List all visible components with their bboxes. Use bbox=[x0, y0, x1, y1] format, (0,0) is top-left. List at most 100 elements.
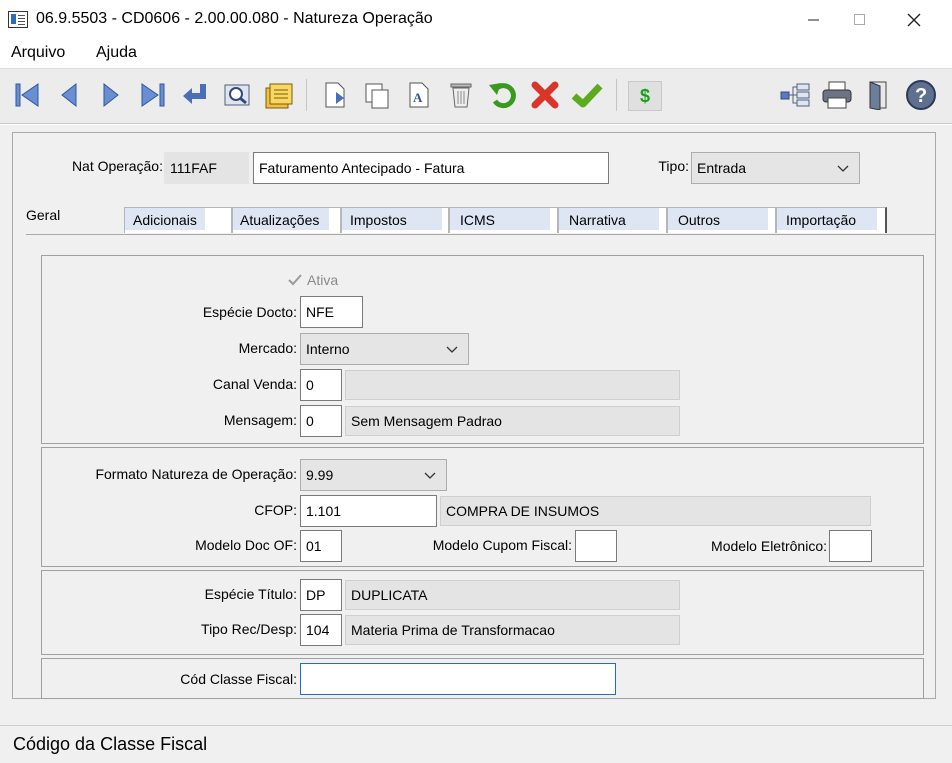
canal-venda-field[interactable]: 0 bbox=[300, 369, 342, 401]
mercado-label: Mercado: bbox=[238, 340, 297, 356]
new-record-icon bbox=[365, 83, 389, 109]
nat-operacao-desc-field[interactable]: Faturamento Antecipado - Fatura bbox=[253, 152, 609, 184]
goto-record-button[interactable] bbox=[178, 78, 212, 112]
currency-icon: $ bbox=[639, 85, 650, 106]
mensagem-desc: Sem Mensagem Padrao bbox=[345, 406, 680, 436]
exit-icon bbox=[869, 81, 887, 110]
undo-button[interactable] bbox=[486, 78, 520, 112]
copy-record-button[interactable] bbox=[318, 78, 352, 112]
tipo-value: Entrada bbox=[697, 160, 747, 176]
modelo-doc-label: Modelo Doc OF: bbox=[195, 537, 297, 553]
mensagem-field[interactable]: 0 bbox=[300, 405, 342, 437]
tipo-select[interactable]: Entrada bbox=[691, 152, 860, 184]
toolbar: A $ ? bbox=[0, 68, 952, 124]
edit-record-icon: A bbox=[409, 82, 429, 108]
chevron-down-icon bbox=[424, 472, 436, 479]
zoom-list-button[interactable] bbox=[262, 78, 296, 112]
undo-icon bbox=[489, 83, 516, 109]
search-button[interactable] bbox=[220, 78, 254, 112]
cancel-button[interactable] bbox=[528, 78, 562, 112]
exit-button[interactable] bbox=[862, 78, 896, 112]
formato-label: Formato Natureza de Operação: bbox=[95, 466, 297, 482]
modelo-cupom-field[interactable] bbox=[575, 530, 617, 562]
first-record-icon bbox=[15, 83, 39, 107]
mensagem-label: Mensagem: bbox=[223, 412, 297, 428]
tipo-label: Tipo: bbox=[658, 158, 689, 174]
search-icon bbox=[224, 84, 250, 106]
modelo-eletronico-field[interactable] bbox=[829, 530, 872, 562]
canal-venda-desc bbox=[345, 370, 680, 400]
close-button[interactable] bbox=[891, 0, 937, 40]
group-titulo: Espécie Título: DP DUPLICATA Tipo Rec/De… bbox=[41, 570, 924, 655]
tab-outros[interactable]: Outros bbox=[667, 207, 776, 233]
cfop-label: CFOP: bbox=[254, 502, 297, 518]
title-bar: 06.9.5503 - CD0606 - 2.00.00.080 - Natur… bbox=[0, 0, 952, 40]
next-record-button[interactable] bbox=[94, 78, 128, 112]
tab-icms-label: ICMS bbox=[460, 212, 495, 228]
tab-adicionais[interactable]: Adicionais bbox=[124, 207, 232, 233]
menu-bar: Arquivo Ajuda bbox=[0, 40, 952, 68]
tipo-rec-field[interactable]: 104 bbox=[300, 614, 342, 646]
tab-atualizacoes[interactable]: Atualizações bbox=[232, 207, 341, 233]
previous-record-icon bbox=[61, 82, 77, 108]
first-record-button[interactable] bbox=[10, 78, 44, 112]
save-icon bbox=[571, 83, 603, 108]
help-icon: ? bbox=[906, 80, 936, 110]
tab-narrativa[interactable]: Narrativa bbox=[558, 207, 667, 233]
especie-titulo-field[interactable]: DP bbox=[300, 579, 342, 611]
last-record-icon bbox=[141, 83, 165, 107]
goto-record-icon bbox=[183, 84, 206, 104]
cfop-field[interactable]: 1.101 bbox=[300, 495, 437, 527]
new-record-button[interactable] bbox=[360, 78, 394, 112]
currency-button[interactable]: $ bbox=[628, 81, 662, 111]
tab-icms[interactable]: ICMS bbox=[449, 207, 558, 233]
edit-record-button[interactable]: A bbox=[402, 78, 436, 112]
app-icon bbox=[8, 11, 28, 28]
tab-geral[interactable]: Geral bbox=[18, 199, 124, 237]
tab-outros-label: Outros bbox=[678, 212, 721, 228]
last-record-button[interactable] bbox=[136, 78, 170, 112]
especie-docto-field[interactable]: NFE bbox=[300, 296, 363, 328]
delete-record-icon bbox=[450, 83, 472, 108]
minimize-icon bbox=[808, 19, 819, 21]
chevron-down-icon bbox=[446, 346, 458, 353]
ativa-checkbox[interactable]: Ativa bbox=[286, 271, 338, 289]
mercado-select[interactable]: Interno bbox=[300, 333, 469, 365]
tab-adicionais-label: Adicionais bbox=[133, 212, 197, 228]
print-icon bbox=[822, 81, 852, 109]
delete-record-button[interactable] bbox=[444, 78, 478, 112]
minimize-button[interactable] bbox=[791, 0, 837, 40]
check-icon bbox=[288, 274, 302, 286]
window-title: 06.9.5503 - CD0606 - 2.00.00.080 - Natur… bbox=[36, 10, 433, 27]
menu-arquivo[interactable]: Arquivo bbox=[11, 44, 65, 62]
especie-titulo-label: Espécie Título: bbox=[204, 586, 297, 602]
tab-narrativa-label: Narrativa bbox=[569, 212, 626, 228]
maximize-button[interactable] bbox=[837, 0, 883, 40]
tab-atualizacoes-label: Atualizações bbox=[240, 212, 320, 228]
next-record-icon bbox=[103, 82, 119, 108]
group-classe-fiscal: Cód Classe Fiscal: bbox=[41, 658, 924, 699]
modelo-doc-field[interactable]: 01 bbox=[300, 530, 342, 562]
nat-operacao-code: 111FAF bbox=[164, 152, 249, 184]
previous-record-button[interactable] bbox=[52, 78, 86, 112]
client-area: Nat Operação: 111FAF Faturamento Antecip… bbox=[0, 125, 952, 725]
especie-docto-label: Espécie Docto: bbox=[202, 304, 297, 320]
tab-geral-label: Geral bbox=[26, 207, 61, 223]
help-button[interactable]: ? bbox=[904, 78, 938, 112]
cod-classe-field[interactable] bbox=[300, 663, 616, 695]
close-icon bbox=[907, 13, 921, 27]
tab-importacao[interactable]: Importação bbox=[776, 207, 887, 233]
status-bar: Código da Classe Fiscal bbox=[0, 725, 952, 763]
formato-select[interactable]: 9.99 bbox=[300, 459, 447, 491]
svg-text:A: A bbox=[413, 90, 423, 105]
menu-ajuda[interactable]: Ajuda bbox=[96, 44, 137, 62]
mercado-value: Interno bbox=[306, 341, 350, 357]
tree-button[interactable] bbox=[778, 78, 812, 112]
tipo-rec-label: Tipo Rec/Desp: bbox=[201, 621, 297, 637]
save-button[interactable] bbox=[570, 78, 604, 112]
zoom-list-icon bbox=[265, 83, 293, 109]
group-fiscal: Formato Natureza de Operação: 9.99 CFOP:… bbox=[41, 447, 924, 567]
copy-record-icon bbox=[325, 82, 345, 108]
print-button[interactable] bbox=[820, 78, 854, 112]
tab-impostos[interactable]: Impostos bbox=[341, 207, 449, 233]
